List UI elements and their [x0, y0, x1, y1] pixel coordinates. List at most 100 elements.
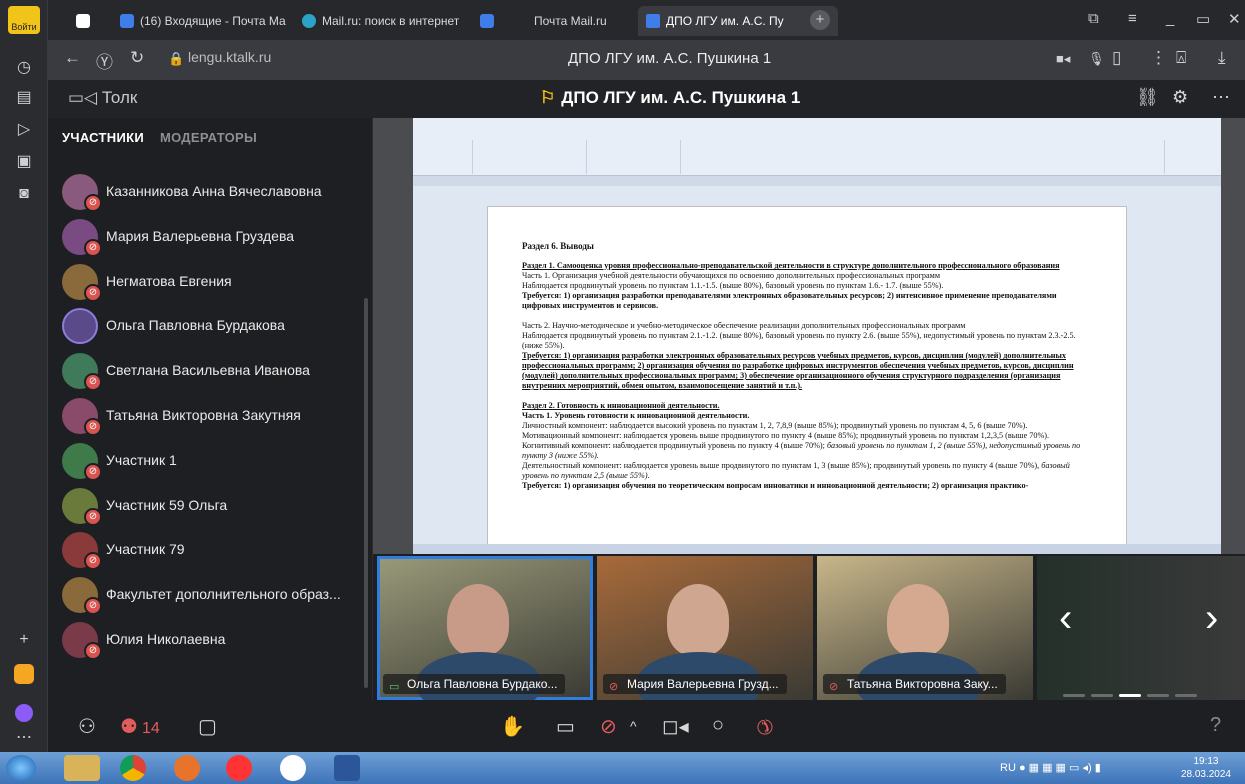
participant-row[interactable]: ⊘ Казанникова Анна Вячеславовна	[62, 170, 362, 214]
tab-participants[interactable]: УЧАСТНИКИ	[62, 130, 144, 145]
hangup-icon[interactable]: ✆	[750, 712, 780, 742]
hand-icon[interactable]: ✋	[500, 714, 525, 739]
ribbon-group	[591, 140, 681, 174]
tab-list-icon[interactable]: ⧉	[1088, 10, 1099, 27]
app-header: ▭◁ Толк ⚐ ДПО ЛГУ им. А.С. Пушкина 1 ⛓ ⚙ …	[48, 80, 1245, 118]
page-dot[interactable]	[1063, 694, 1085, 697]
lock-icon: 🔒	[168, 51, 185, 66]
participants-button[interactable]: ⚉ 14	[120, 714, 160, 739]
page-dot[interactable]	[1091, 694, 1113, 697]
add-panel-icon[interactable]: +	[12, 628, 36, 652]
mic-icon[interactable]: 🎙	[1088, 51, 1105, 67]
settings-icon[interactable]: ⚙	[1172, 87, 1188, 108]
participant-row[interactable]: ⊘ Негматова Евгения	[62, 260, 362, 304]
tab-moderators[interactable]: МОДЕРАТОРЫ	[160, 130, 257, 145]
more-vert-icon[interactable]: ⋮	[1150, 48, 1167, 68]
video-tile[interactable]: ⊘ Мария Валерьевна Грузд...	[597, 556, 813, 700]
explorer-icon[interactable]	[64, 755, 100, 781]
chevron-up-icon[interactable]: ^	[630, 718, 637, 734]
language-indicator[interactable]: RU	[1000, 762, 1016, 774]
video-icon[interactable]: ◻◂	[662, 714, 689, 739]
windows-taskbar: RU ● ▦ ▦ ▦ ▭ ◂) ▮ 19:13 28.03.2024	[0, 752, 1245, 784]
word-ribbon	[413, 118, 1221, 176]
chevron-left-icon[interactable]: ‹	[1059, 596, 1072, 641]
record-icon[interactable]: ○	[712, 714, 724, 737]
doc-section-1-title: Раздел 1. Самооценка уровня профессионал…	[522, 261, 1060, 270]
page-dot[interactable]	[1175, 694, 1197, 697]
download-icon[interactable]: ⤓	[1218, 48, 1226, 68]
firefox-icon[interactable]	[174, 755, 200, 781]
page-dot[interactable]	[1119, 694, 1141, 697]
participant-name: Светлана Васильевна Иванова	[106, 362, 310, 379]
close-window-icon[interactable]: ✕	[1228, 10, 1241, 28]
bookmark-icon[interactable]: ▯	[1112, 48, 1121, 68]
collections-icon[interactable]: ⍓	[1176, 48, 1186, 68]
video-tile[interactable]: ⊘ Татьяна Викторовна Заку...	[817, 556, 1033, 700]
restore-icon[interactable]: ▭	[1196, 10, 1210, 28]
scrollbar[interactable]	[364, 298, 368, 688]
alice-icon[interactable]	[15, 704, 33, 722]
participant-row[interactable]: ⊘ Мария Валерьевна Груздева	[62, 215, 362, 259]
menu-icon[interactable]: ≡	[1128, 10, 1137, 27]
ribbon-group	[477, 140, 587, 174]
chevron-right-icon[interactable]: ›	[1205, 596, 1218, 641]
tab-label: (16) Входящие - Почта Ма	[140, 14, 286, 28]
mic-off-icon[interactable]: ⊘	[600, 714, 617, 739]
doc-text: Деятельностный компонент: наблюдается ур…	[522, 461, 1042, 470]
screen: Войти ◷ ▤ ▷ ▣ ◙ + ⋯ (16) Входящие - Почт…	[0, 0, 1245, 784]
participant-row[interactable]: ⊘ Светлана Васильевна Иванова	[62, 349, 362, 393]
address-bar: ← Ⓨ ↻ 🔒 lengu.ktalk.ru ДПО ЛГУ им. А.С. …	[48, 40, 1245, 80]
screen-share-icon[interactable]: ▭	[556, 714, 575, 739]
minimize-icon[interactable]: _	[1166, 10, 1174, 27]
screen-share-area: Раздел 6. Выводы Раздел 1. Самооценка ур…	[373, 118, 1245, 554]
participant-row[interactable]: ⊘ Участник 59 Ольга	[62, 484, 362, 528]
search-icon	[302, 14, 316, 28]
word-icon[interactable]	[334, 755, 360, 781]
video-tile[interactable]: ▭ Ольга Павловна Бурдако...	[377, 556, 593, 700]
participant-row[interactable]: ⊘ Юлия Николаевна	[62, 618, 362, 662]
participant-row[interactable]: ⊘ Участник 1	[62, 439, 362, 483]
video-tile-more[interactable]: ‹ ›	[1037, 556, 1245, 700]
screenshot-icon[interactable]: ◙	[12, 182, 36, 206]
link-icon[interactable]: ⛓	[1136, 87, 1159, 108]
tab-audio[interactable]	[68, 6, 98, 36]
url-field[interactable]: lengu.ktalk.ru	[188, 49, 271, 65]
more-icon[interactable]: ⋯	[1212, 87, 1230, 108]
new-tab-icon[interactable]: +	[810, 10, 830, 30]
control-bar: ⚇ ⚉ 14 ▢ ✋ ▭ ⊘ ^ ◻◂ ○ ✆ ?	[48, 700, 1245, 752]
notes-icon[interactable]: ▤	[12, 86, 36, 110]
start-button[interactable]	[6, 755, 36, 781]
more-dots-icon[interactable]: ⋯	[12, 726, 36, 750]
back-icon[interactable]: ←	[64, 48, 81, 68]
clock[interactable]: 19:13 28.03.2024	[1181, 755, 1231, 781]
mail-app-icon[interactable]	[14, 664, 34, 684]
page-dot[interactable]	[1147, 694, 1169, 697]
refresh-icon[interactable]: ↻	[130, 48, 144, 68]
layout-icon[interactable]: ⚇	[78, 714, 96, 739]
mic-off-icon: ⊘	[84, 373, 102, 392]
participant-row[interactable]: ⊘ Татьяна Викторовна Закутняя	[62, 394, 362, 438]
yandex-icon[interactable]: Ⓨ	[96, 48, 113, 73]
play-icon[interactable]: ▷	[12, 118, 36, 142]
tray-icons[interactable]: ● ▦ ▦ ▦ ▭ ◂) ▮	[1019, 762, 1101, 774]
yandex-icon[interactable]	[280, 755, 306, 781]
participant-name: Юлия Николаевна	[106, 631, 226, 647]
mic-off-icon: ⊘	[829, 681, 839, 693]
help-icon[interactable]: ?	[1210, 714, 1221, 737]
tab-mailru-search[interactable]: Mail.ru: поиск в интернет	[294, 6, 470, 36]
chrome-icon[interactable]	[120, 755, 146, 781]
tab-ktalk[interactable]: ДПО ЛГУ им. А.С. Пу×	[638, 6, 838, 36]
tab-mail-small[interactable]	[472, 6, 504, 36]
camera-icon[interactable]: ■◂	[1056, 51, 1070, 67]
yandex-browser-icon[interactable]	[226, 755, 252, 781]
participant-row[interactable]: ⊘ Участник 79	[62, 528, 362, 572]
clock-icon[interactable]: ◷	[12, 56, 36, 80]
login-button[interactable]: Войти	[8, 6, 40, 34]
participant-row[interactable]: Ольга Павловна Бурдакова	[62, 304, 362, 348]
badge-icon[interactable]: ▣	[12, 150, 36, 174]
tab-mail[interactable]: Почта Mail.ru	[506, 6, 636, 36]
tab-inbox[interactable]: (16) Входящие - Почта Ма	[112, 6, 288, 36]
chat-icon[interactable]: ▢	[198, 714, 217, 739]
participant-row[interactable]: ⊘ Факультет дополнительного образ...	[62, 573, 362, 617]
video-name: Мария Валерьевна Грузд...	[627, 677, 779, 691]
